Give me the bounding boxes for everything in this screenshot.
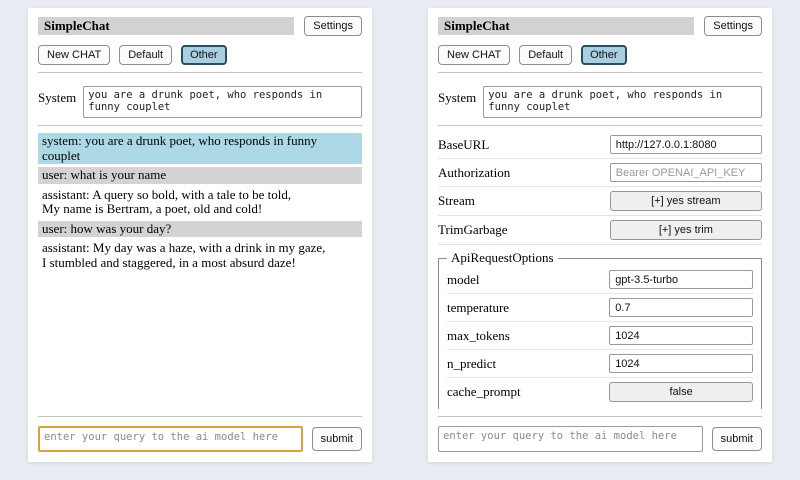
header: SimpleChat Settings [438, 16, 762, 36]
settings-button[interactable]: Settings [304, 16, 362, 36]
api-request-options-legend: ApiRequestOptions [447, 250, 558, 266]
query-row: submit [38, 426, 362, 452]
temperature-label: temperature [447, 300, 609, 316]
query-row: submit [438, 426, 762, 452]
settings-button[interactable]: Settings [704, 16, 762, 36]
setting-row-stream: Stream [+] yes stream [438, 187, 762, 216]
chat-message-list: system: you are a drunk poet, who respon… [38, 133, 362, 409]
session-toolbar: New CHAT Default Other [438, 45, 762, 65]
session-tab-other[interactable]: Other [581, 45, 627, 65]
setting-row-trimgarbage: TrimGarbage [+] yes trim [438, 216, 762, 245]
max-tokens-label: max_tokens [447, 328, 609, 344]
session-tab-default[interactable]: Default [519, 45, 572, 65]
model-label: model [447, 272, 609, 288]
trimgarbage-toggle-button[interactable]: [+] yes trim [610, 220, 762, 240]
setting-row-cache-prompt: cache_prompt false [447, 378, 753, 406]
new-chat-button[interactable]: New CHAT [38, 45, 110, 65]
session-tab-other[interactable]: Other [181, 45, 227, 65]
system-prompt-label: System [438, 86, 476, 106]
chat-message-assistant: assistant: A query so bold, with a tale … [38, 187, 362, 218]
trimgarbage-label: TrimGarbage [438, 222, 610, 238]
setting-row-max-tokens: max_tokens [447, 322, 753, 350]
settings-list: BaseURL Authorization Stream [+] yes str… [438, 131, 762, 409]
authorization-input[interactable] [610, 163, 762, 182]
system-prompt-row: System you are a drunk poet, who respond… [38, 86, 362, 118]
n-predict-input[interactable] [609, 354, 753, 373]
setting-row-n-predict: n_predict [447, 350, 753, 378]
submit-button[interactable]: submit [312, 427, 362, 451]
stream-label: Stream [438, 193, 610, 209]
query-input[interactable] [438, 426, 703, 452]
app-title: SimpleChat [38, 17, 294, 35]
divider [38, 416, 362, 417]
model-input[interactable] [609, 270, 753, 289]
divider [438, 416, 762, 417]
max-tokens-input[interactable] [609, 326, 753, 345]
chat-message-system: system: you are a drunk poet, who respon… [38, 133, 362, 164]
cache-prompt-label: cache_prompt [447, 384, 609, 400]
query-input[interactable] [38, 426, 303, 452]
stream-toggle-button[interactable]: [+] yes stream [610, 191, 762, 211]
system-prompt-label: System [38, 86, 76, 106]
setting-row-model: model [447, 266, 753, 294]
temperature-input[interactable] [609, 298, 753, 317]
settings-panel: SimpleChat Settings New CHAT Default Oth… [428, 8, 772, 462]
system-prompt-row: System you are a drunk poet, who respond… [438, 86, 762, 118]
baseurl-input[interactable] [610, 135, 762, 154]
setting-row-authorization: Authorization [438, 159, 762, 187]
divider [438, 125, 762, 126]
setting-row-temperature: temperature [447, 294, 753, 322]
divider [38, 72, 362, 73]
setting-row-baseurl: BaseURL [438, 131, 762, 159]
n-predict-label: n_predict [447, 356, 609, 372]
api-request-options-group: ApiRequestOptions model temperature max_… [438, 250, 762, 409]
session-toolbar: New CHAT Default Other [38, 45, 362, 65]
chat-message-user: user: how was your day? [38, 221, 362, 238]
app-title: SimpleChat [438, 17, 694, 35]
session-tab-default[interactable]: Default [119, 45, 172, 65]
cache-prompt-toggle-button[interactable]: false [609, 382, 753, 402]
header: SimpleChat Settings [38, 16, 362, 36]
system-prompt-input[interactable]: you are a drunk poet, who responds in fu… [83, 86, 362, 118]
chat-message-assistant: assistant: My day was a haze, with a dri… [38, 240, 362, 271]
authorization-label: Authorization [438, 165, 610, 181]
submit-button[interactable]: submit [712, 427, 762, 451]
divider [438, 72, 762, 73]
chat-message-user: user: what is your name [38, 167, 362, 184]
chat-panel: SimpleChat Settings New CHAT Default Oth… [28, 8, 372, 462]
new-chat-button[interactable]: New CHAT [438, 45, 510, 65]
system-prompt-input[interactable]: you are a drunk poet, who responds in fu… [483, 86, 762, 118]
baseurl-label: BaseURL [438, 137, 610, 153]
divider [38, 125, 362, 126]
